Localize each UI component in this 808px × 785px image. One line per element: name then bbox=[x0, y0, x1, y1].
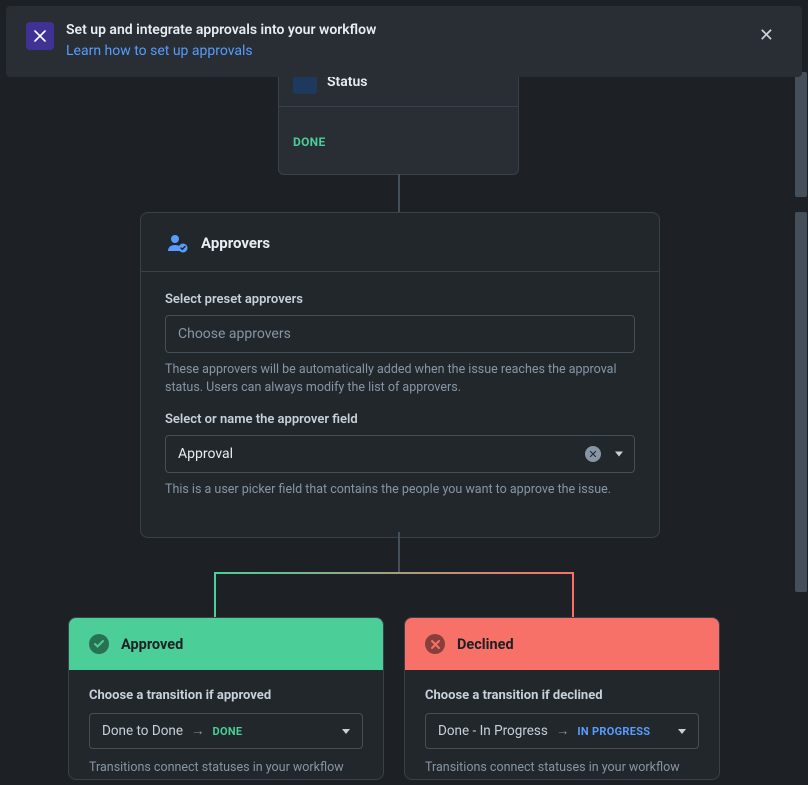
banner-close-button[interactable]: ✕ bbox=[751, 22, 782, 48]
declined-help: Transitions connect statuses in your wor… bbox=[425, 759, 699, 777]
declined-header: Declined bbox=[405, 618, 719, 670]
approved-transition-label: Choose a transition if approved bbox=[89, 688, 363, 703]
approved-title: Approved bbox=[121, 636, 183, 653]
result-row: Approved Choose a transition if approved… bbox=[68, 617, 720, 780]
banner-title: Set up and integrate approvals into your… bbox=[66, 22, 751, 38]
status-node: Status DONE bbox=[278, 72, 519, 175]
status-node-body: DONE bbox=[279, 107, 518, 174]
chevron-down-icon bbox=[342, 729, 350, 734]
approvers-icon bbox=[165, 231, 189, 255]
banner-text: Set up and integrate approvals into your… bbox=[66, 22, 751, 59]
scrollbar-thumb[interactable] bbox=[795, 72, 807, 197]
preset-approvers-help: These approvers will be automatically ad… bbox=[165, 361, 635, 396]
declined-transition-text: Done - In Progress bbox=[438, 723, 548, 739]
banner-learn-link[interactable]: Learn how to set up approvals bbox=[66, 43, 253, 59]
check-icon bbox=[89, 634, 109, 654]
status-node-header: Status bbox=[279, 72, 518, 107]
declined-transition-label: Choose a transition if declined bbox=[425, 688, 699, 703]
approver-field-block: Select or name the approver field Approv… bbox=[141, 412, 659, 499]
arrow-right-icon: → bbox=[556, 723, 570, 739]
setup-banner: Set up and integrate approvals into your… bbox=[6, 6, 802, 77]
preset-approvers-input[interactable] bbox=[165, 315, 635, 353]
declined-status-pill: IN PROGRESS bbox=[577, 725, 650, 738]
connector-line bbox=[398, 174, 400, 212]
approver-field-select[interactable]: Approval ✕ bbox=[165, 435, 635, 473]
approvers-card: Approvers Select preset approvers These … bbox=[140, 212, 660, 538]
approver-field-label: Select or name the approver field bbox=[165, 412, 635, 427]
close-icon: ✕ bbox=[759, 25, 774, 45]
declined-transition-select[interactable]: Done - In Progress → IN PROGRESS bbox=[425, 713, 699, 749]
approver-field-help: This is a user picker field that contain… bbox=[165, 481, 635, 499]
preset-approvers-field: Select preset approvers These approvers … bbox=[141, 292, 659, 396]
scrollbar-thumb[interactable] bbox=[795, 212, 807, 592]
approved-status-pill: DONE bbox=[213, 725, 243, 738]
approved-body: Choose a transition if approved Done to … bbox=[69, 670, 383, 779]
declined-card: Declined Choose a transition if declined… bbox=[404, 617, 720, 780]
status-badge: DONE bbox=[293, 135, 326, 149]
arrow-right-icon: → bbox=[191, 723, 205, 739]
workflow-canvas: Status DONE Approvers Select preset appr… bbox=[0, 72, 788, 785]
chevron-down-icon bbox=[615, 452, 623, 457]
declined-body: Choose a transition if declined Done - I… bbox=[405, 670, 719, 779]
chevron-down-icon bbox=[678, 729, 686, 734]
preset-approvers-label: Select preset approvers bbox=[165, 292, 635, 307]
declined-title: Declined bbox=[457, 636, 514, 653]
clear-icon[interactable]: ✕ bbox=[585, 446, 601, 462]
connector-line bbox=[398, 532, 400, 572]
approved-help: Transitions connect statuses in your wor… bbox=[89, 759, 363, 777]
vertical-scrollbar[interactable] bbox=[794, 72, 808, 785]
approved-header: Approved bbox=[69, 618, 383, 670]
x-icon bbox=[425, 634, 445, 654]
approved-transition-select[interactable]: Done to Done → DONE bbox=[89, 713, 363, 749]
approver-field-value[interactable]: Approval bbox=[165, 435, 635, 473]
approved-card: Approved Choose a transition if approved… bbox=[68, 617, 384, 780]
approved-transition-text: Done to Done bbox=[102, 723, 183, 739]
approvers-header: Approvers bbox=[141, 213, 659, 272]
approvers-title: Approvers bbox=[201, 234, 270, 252]
workflow-icon bbox=[26, 22, 54, 50]
